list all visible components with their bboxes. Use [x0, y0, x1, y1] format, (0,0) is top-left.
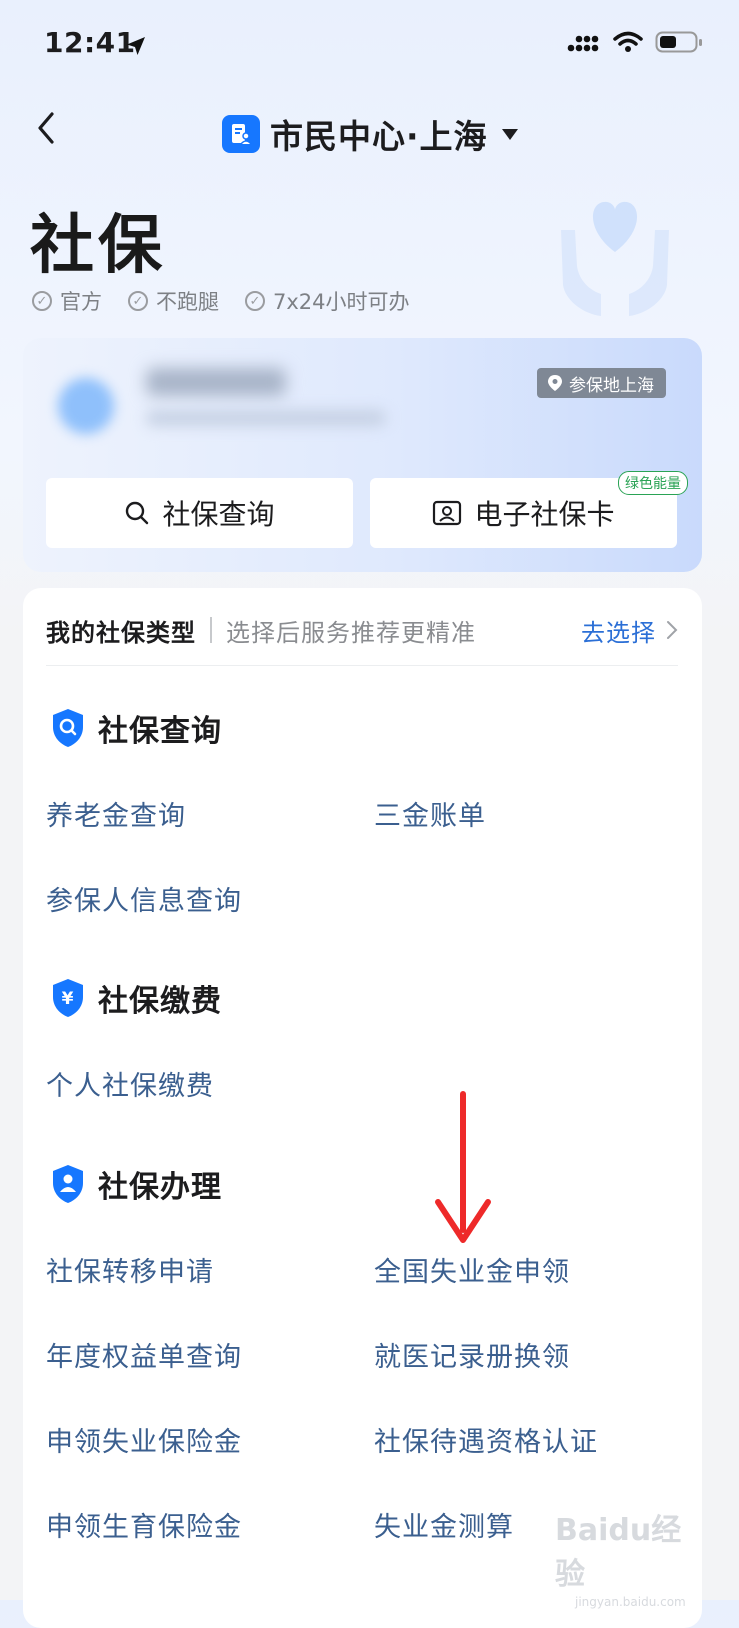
- nav-title: 市民中心·上海: [270, 117, 488, 156]
- watermark-sub: jingyan.baidu.com: [575, 1595, 686, 1609]
- divider: [210, 617, 212, 643]
- group-header-query: 社保查询: [50, 706, 222, 750]
- type-hint: 选择后服务推荐更精准: [226, 618, 476, 647]
- link-national-unemployment-claim[interactable]: 全国失业金申领: [374, 1250, 570, 1289]
- link-unemployment-calculator[interactable]: 失业金测算: [374, 1505, 514, 1544]
- shield-search-icon: [53, 709, 83, 747]
- status-time: 12:41: [44, 26, 136, 59]
- green-energy-badge: 绿色能量: [618, 471, 688, 495]
- annotation-arrow-icon: [432, 1090, 494, 1250]
- go-select-link[interactable]: 去选择: [581, 613, 678, 648]
- battery-icon: [655, 30, 703, 58]
- location-arrow-icon: [124, 34, 148, 62]
- tag-no-errand: ✓ 不跑腿: [128, 286, 219, 316]
- id-card-icon: [433, 500, 462, 526]
- back-button[interactable]: [30, 108, 70, 148]
- status-icons: [567, 30, 703, 58]
- shield-yuan-icon: ¥: [53, 979, 83, 1017]
- check-circle-icon: ✓: [245, 291, 265, 311]
- social-security-query-button[interactable]: 社保查询: [46, 478, 353, 548]
- insured-location-badge: 参保地上海: [537, 368, 666, 398]
- tag-24h: ✓ 7x24小时可办: [245, 286, 410, 316]
- hands-heart-icon: [555, 190, 675, 320]
- link-annual-rights-statement[interactable]: 年度权益单查询: [46, 1335, 242, 1374]
- shield-person-icon: [53, 1165, 83, 1203]
- tag-official: ✓ 官方: [32, 286, 102, 316]
- feature-tags: ✓ 官方 ✓ 不跑腿 ✓ 7x24小时可办: [32, 286, 410, 316]
- social-security-type-selector[interactable]: 我的社保类型 选择后服务推荐更精准 去选择: [46, 612, 678, 648]
- check-circle-icon: ✓: [32, 291, 52, 311]
- group-header-handling: 社保办理: [50, 1162, 222, 1206]
- page-title: 社保: [30, 209, 166, 283]
- link-unemployment-insurance-claim[interactable]: 申领失业保险金: [46, 1420, 242, 1459]
- user-info-redacted: [146, 410, 386, 426]
- section-divider: [46, 665, 678, 666]
- citizen-center-logo-icon: [222, 115, 260, 153]
- watermark-text: Baidu经验: [555, 1513, 682, 1592]
- wifi-icon: [613, 31, 643, 57]
- group-header-payment: ¥ 社保缴费: [50, 976, 222, 1020]
- link-three-funds-bill[interactable]: 三金账单: [374, 794, 486, 833]
- link-medical-record-renewal[interactable]: 就医记录册换领: [374, 1335, 570, 1374]
- location-pin-icon: [548, 375, 562, 391]
- link-maternity-insurance-claim[interactable]: 申领生育保险金: [46, 1505, 242, 1544]
- svg-text:¥: ¥: [62, 989, 75, 1009]
- city-selector[interactable]: 市民中心·上海: [222, 110, 518, 158]
- type-label: 我的社保类型: [46, 618, 196, 647]
- link-pension-query[interactable]: 养老金查询: [46, 794, 186, 833]
- search-icon: [126, 501, 149, 525]
- link-benefit-eligibility-certification[interactable]: 社保待遇资格认证: [374, 1420, 598, 1459]
- user-name-redacted: [146, 368, 286, 396]
- cellular-signal-icon: [567, 31, 601, 57]
- check-circle-icon: ✓: [128, 291, 148, 311]
- link-personal-payment[interactable]: 个人社保缴费: [46, 1064, 214, 1103]
- link-insured-info-query[interactable]: 参保人信息查询: [46, 879, 242, 918]
- link-transfer-application[interactable]: 社保转移申请: [46, 1250, 214, 1289]
- chevron-right-icon: [667, 621, 678, 639]
- caret-down-icon: [501, 128, 518, 140]
- avatar: [58, 378, 114, 434]
- baidu-watermark: Baidu经验 jingyan.baidu.com: [555, 1505, 705, 1609]
